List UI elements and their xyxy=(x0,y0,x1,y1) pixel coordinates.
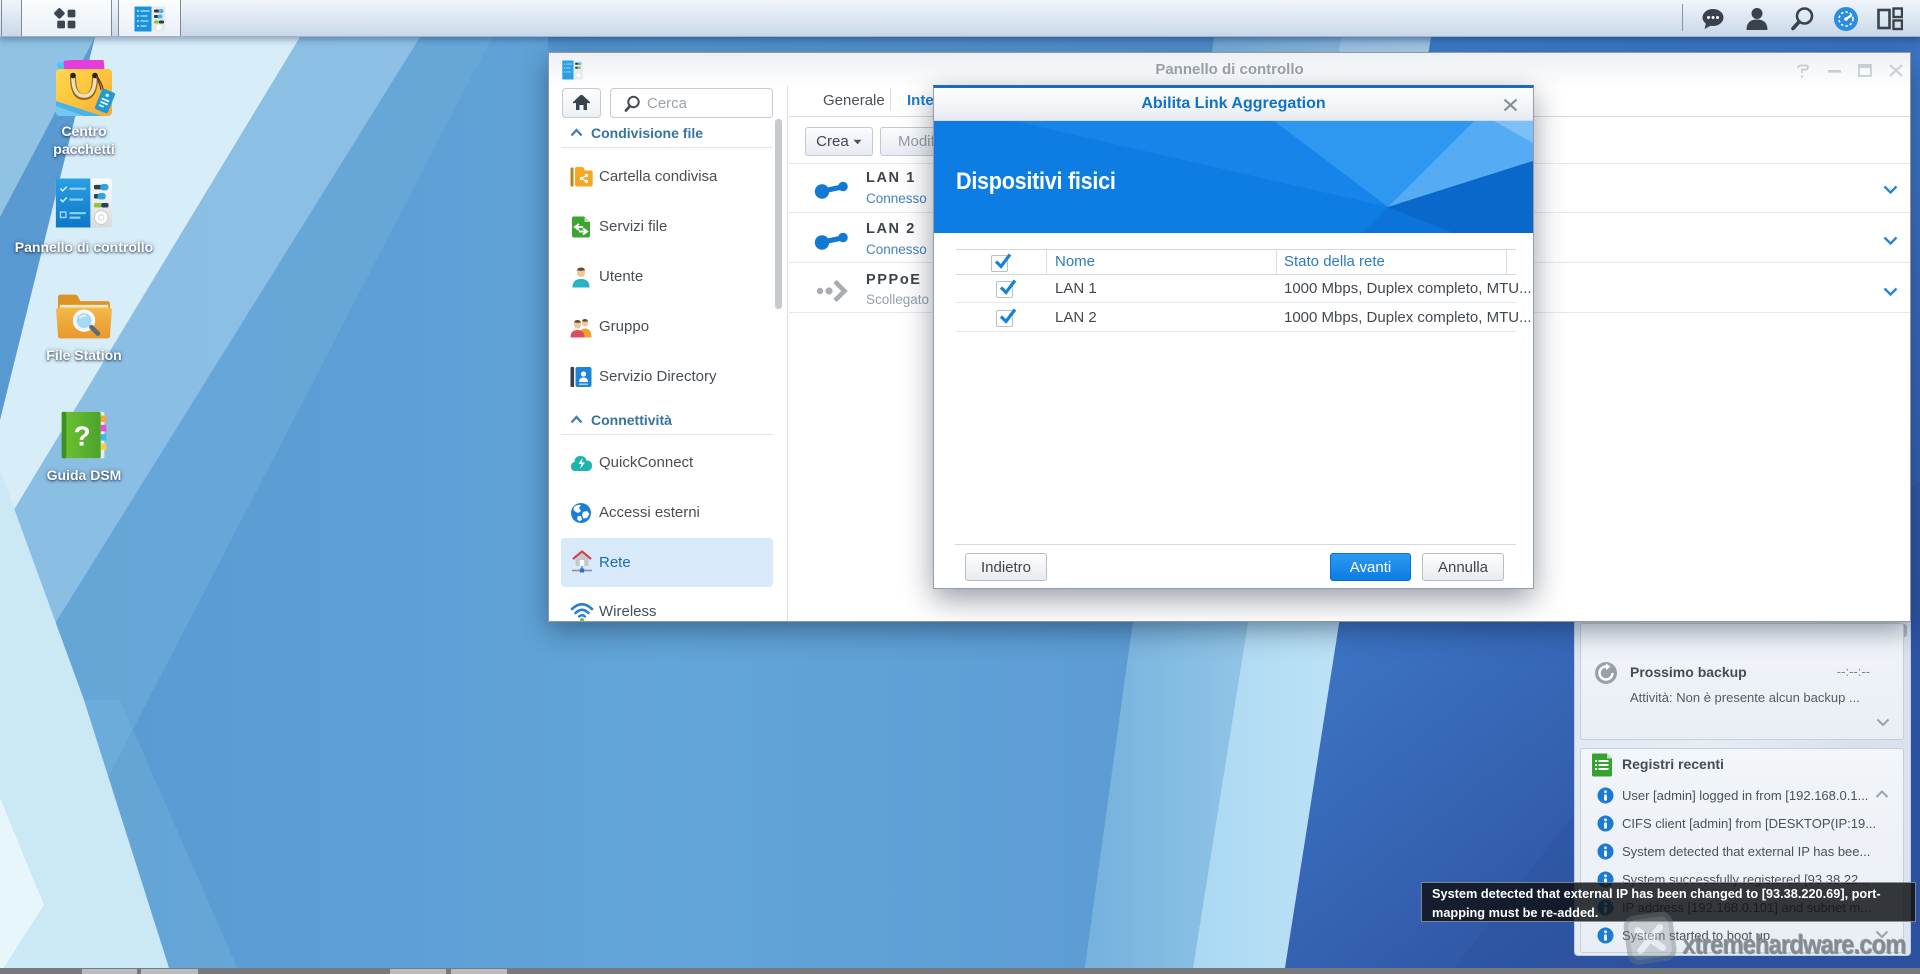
svg-text:?: ? xyxy=(74,420,91,451)
